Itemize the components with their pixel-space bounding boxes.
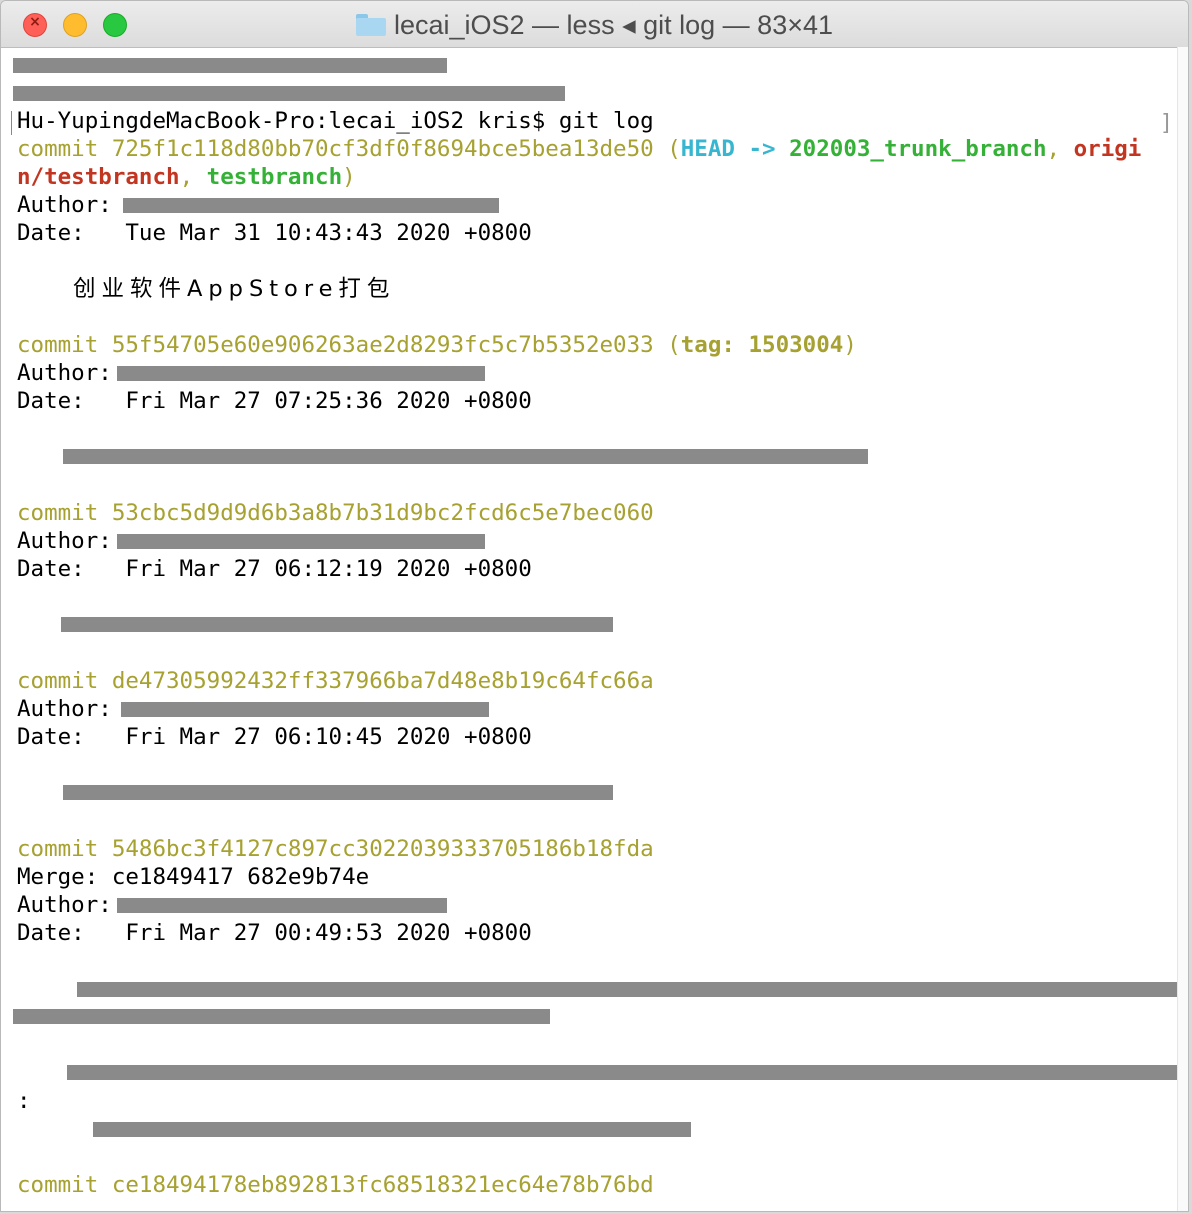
head-ref: HEAD -> [680,136,790,162]
local-branch-ref: testbranch [206,164,343,190]
redacted-line [13,86,565,101]
prompt-line: Hu-YupingdeMacBook-Pro:lecai_iOS2 kris$ … [17,108,654,134]
commit-line: commit 53cbc5d9d9d6b3a8b7b31d9bc2fcd6c5e… [17,500,654,526]
commit-line-wrap: n/testbranch, testbranch) [17,164,356,190]
commit-line: commit 725f1c118d80bb70cf3df0f8694bce5be… [17,136,1142,162]
author-line: Author: [17,528,112,554]
author-line: Author: [17,360,112,386]
redacted-message [63,785,613,800]
scrollbar[interactable] [1177,47,1188,1211]
branch-ref: 202003_trunk_branch [789,136,1047,162]
redacted-author [117,366,485,381]
redacted-author [121,702,489,717]
commit-line: commit de47305992432ff337966ba7d48e8b19c… [17,668,654,694]
terminal-content[interactable]: Hu-YupingdeMacBook-Pro:lecai_iOS2 kris$ … [1,47,1179,1211]
folder-icon [355,14,386,36]
redacted-message [77,982,1179,997]
commit-line: commit 55f54705e60e906263ae2d8293fc5c7b5… [17,332,857,358]
selection-mark-right: ] [1159,111,1173,136]
redacted-message [93,1122,691,1137]
author-line: Author: [17,892,112,918]
redacted-line [13,58,447,73]
commit-line: commit ce18494178eb892813fc68518321ec64e… [17,1172,654,1198]
window-title: lecai_iOS2 — less ◂ git log — 83×41 [1,10,1188,41]
title-bar[interactable]: × lecai_iOS2 — less ◂ git log — 83×41 [1,1,1188,48]
author-line: Author: [17,192,112,218]
date-line: Date: Fri Mar 27 06:10:45 2020 +0800 [17,724,532,750]
remote-ref-cont: n/testbranch [17,164,180,190]
terminal-window: × lecai_iOS2 — less ◂ git log — 83×41 Hu… [0,0,1189,1212]
tag-ref: tag: 1503004 [680,332,844,358]
redacted-author [117,534,485,549]
merge-line: Merge: ce1849417 682e9b74e [17,864,370,890]
date-line: Date: Fri Mar 27 06:12:19 2020 +0800 [17,556,532,582]
author-line: Author: [17,696,112,722]
redacted-author [117,898,447,913]
date-line: Date: Tue Mar 31 10:43:43 2020 +0800 [17,220,532,246]
commit-line: commit 5486bc3f4127c897cc302203933370518… [17,836,654,862]
redacted-message [61,617,613,632]
remote-ref: origi [1073,136,1142,162]
selection-mark [11,111,15,135]
window-title-text: lecai_iOS2 — less ◂ git log — 83×41 [393,10,834,40]
commit-message: 创业软件AppStore打包 [73,276,396,302]
redacted-author [123,198,499,213]
redacted-message [13,1009,550,1024]
date-line: Date: Fri Mar 27 07:25:36 2020 +0800 [17,388,532,414]
redacted-message [67,1065,1179,1080]
date-line: Date: Fri Mar 27 00:49:53 2020 +0800 [17,920,532,946]
wrap-colon: : [17,1088,31,1114]
redacted-message [63,449,868,464]
